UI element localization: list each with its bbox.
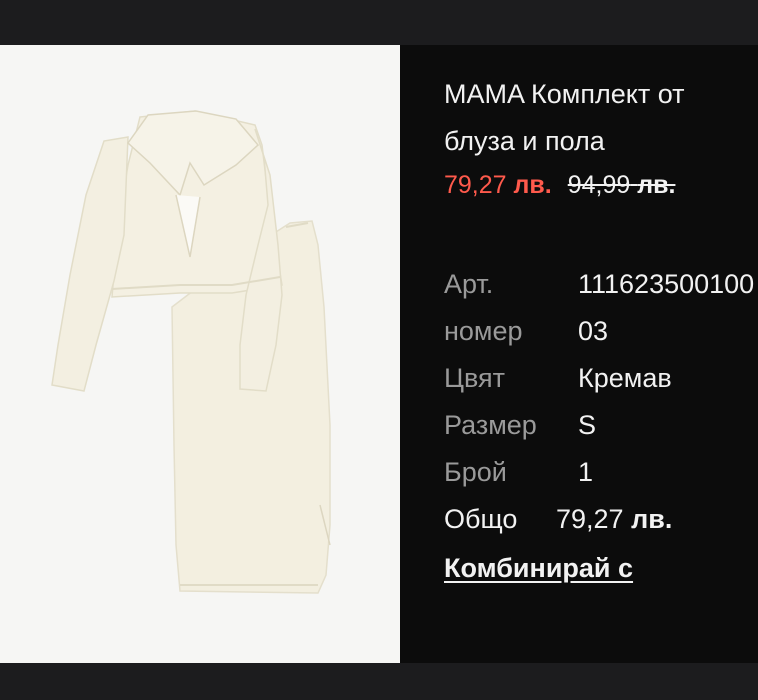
color-label: Цвят [444, 363, 506, 393]
old-price-value: 94,99 [567, 171, 631, 199]
current-price: 79,27 лв. [444, 171, 552, 199]
art-label: Арт. [444, 269, 494, 299]
art-value-2: 03 [578, 316, 609, 346]
product-illustration [51, 110, 331, 594]
current-price-value: 79,27 [444, 171, 507, 199]
product-info: MAMA Комплект от блуза и пола 79,27 лв. 9… [400, 45, 758, 663]
art-value: 111623500100 [578, 269, 755, 299]
product-card: MAMA Комплект от блуза и пола 79,27 лв. 9… [0, 45, 758, 663]
bottom-bar [0, 663, 758, 700]
price-row: 79,27 лв. 94,99 лв. [444, 165, 675, 205]
left-sleeve [51, 136, 129, 392]
product-title[interactable]: MAMA Комплект от блуза и пола [444, 71, 754, 165]
product-image[interactable] [0, 45, 400, 663]
old-price: 94,99 лв. [568, 171, 676, 199]
total-currency: лв. [631, 504, 673, 534]
size-value: S [578, 410, 597, 440]
quantity-label: Брой [444, 457, 507, 487]
top-bar [0, 0, 758, 45]
combine-with-link[interactable]: Комбинирай с [444, 545, 633, 592]
total-value: 79,27 лв. [556, 496, 672, 543]
color-value: Кремав [578, 363, 672, 393]
quantity-value: 1 [578, 457, 594, 487]
art-label-2: номер [444, 316, 523, 346]
current-price-currency: лв. [513, 171, 552, 199]
size-label: Размер [444, 410, 537, 440]
total-amount: 79,27 [556, 504, 624, 534]
old-price-currency: лв. [637, 171, 676, 199]
total-label: Общо [444, 504, 518, 534]
